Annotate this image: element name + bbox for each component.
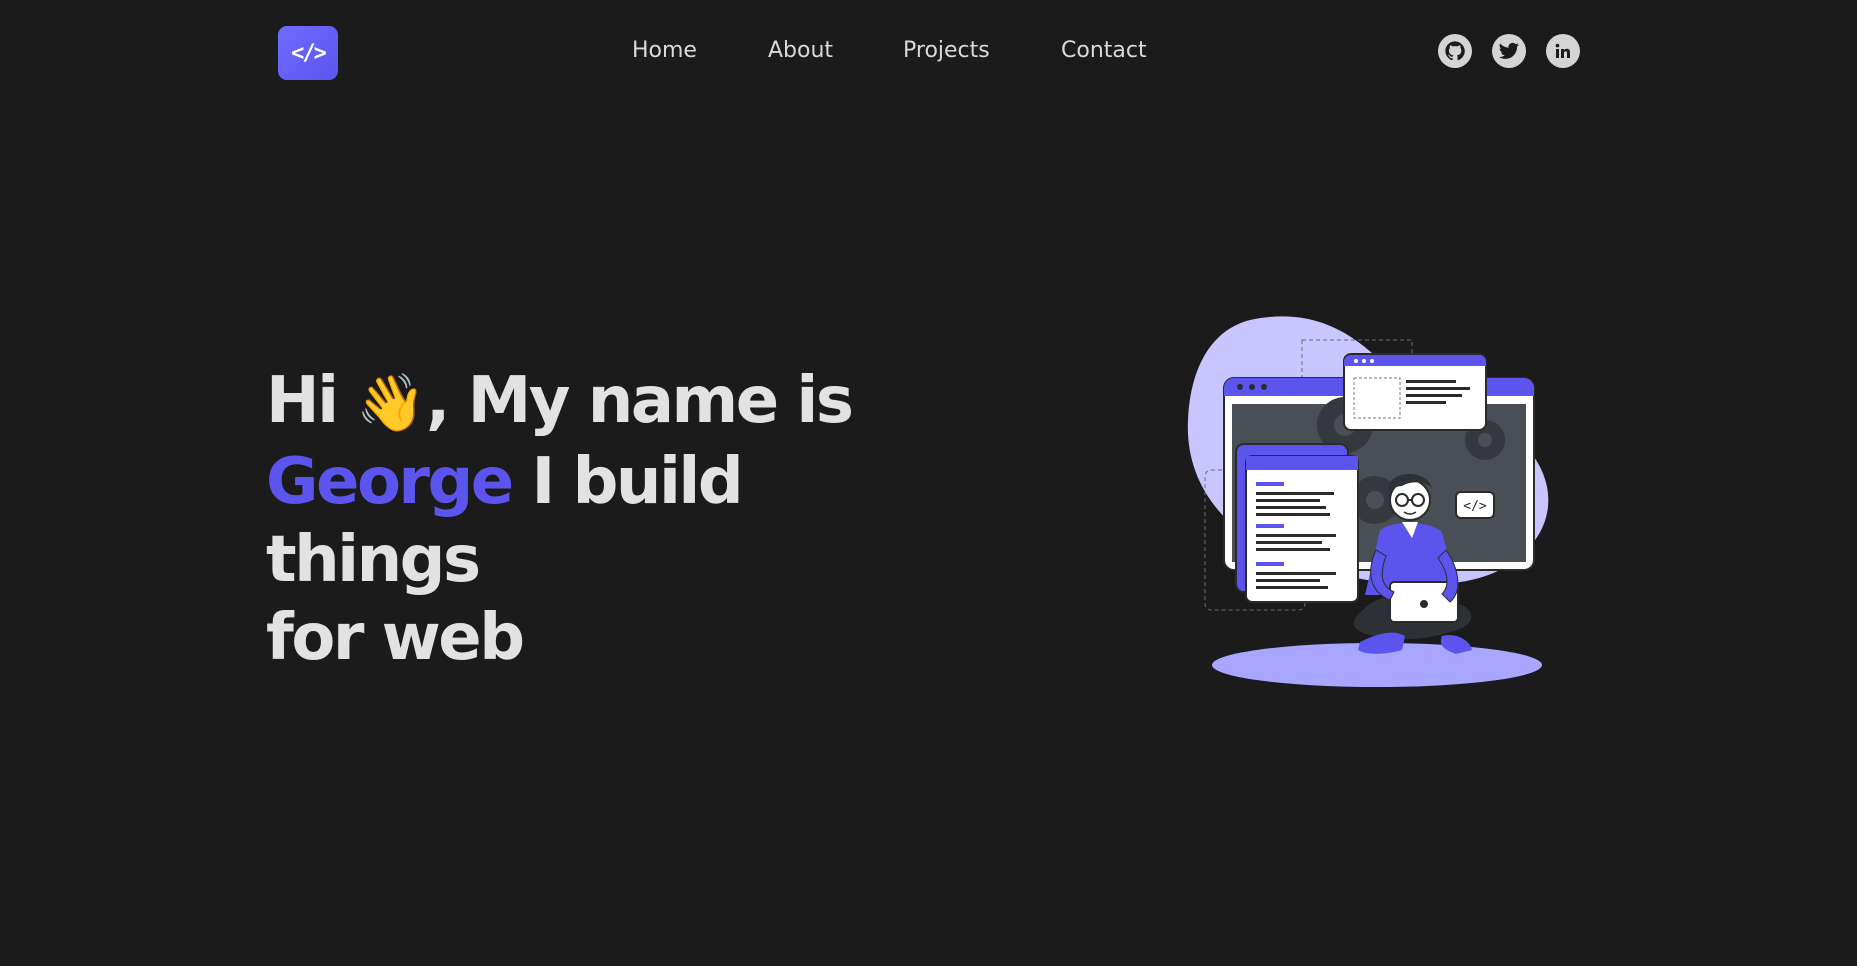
social-links [1438,34,1580,68]
hero-name: George [266,445,514,519]
hero-tagline-end: for web [266,601,525,675]
developer-illustration: </> [1187,316,1549,687]
twitter-icon[interactable] [1492,34,1526,68]
linkedin-icon[interactable] [1546,34,1580,68]
hero-intro: , My name is [426,364,854,438]
nav-projects[interactable]: Projects [903,38,990,63]
hero-heading: Hi 👋, My name is George I build things f… [266,362,966,677]
waving-hand-icon: 👋 [356,371,427,436]
code-tag-label: </> [1463,499,1487,514]
nav-home[interactable]: Home [632,38,697,63]
github-icon[interactable] [1438,34,1472,68]
nav-about[interactable]: About [768,38,833,63]
hero-greeting: Hi [266,364,339,438]
nav-contact[interactable]: Contact [1061,38,1147,63]
